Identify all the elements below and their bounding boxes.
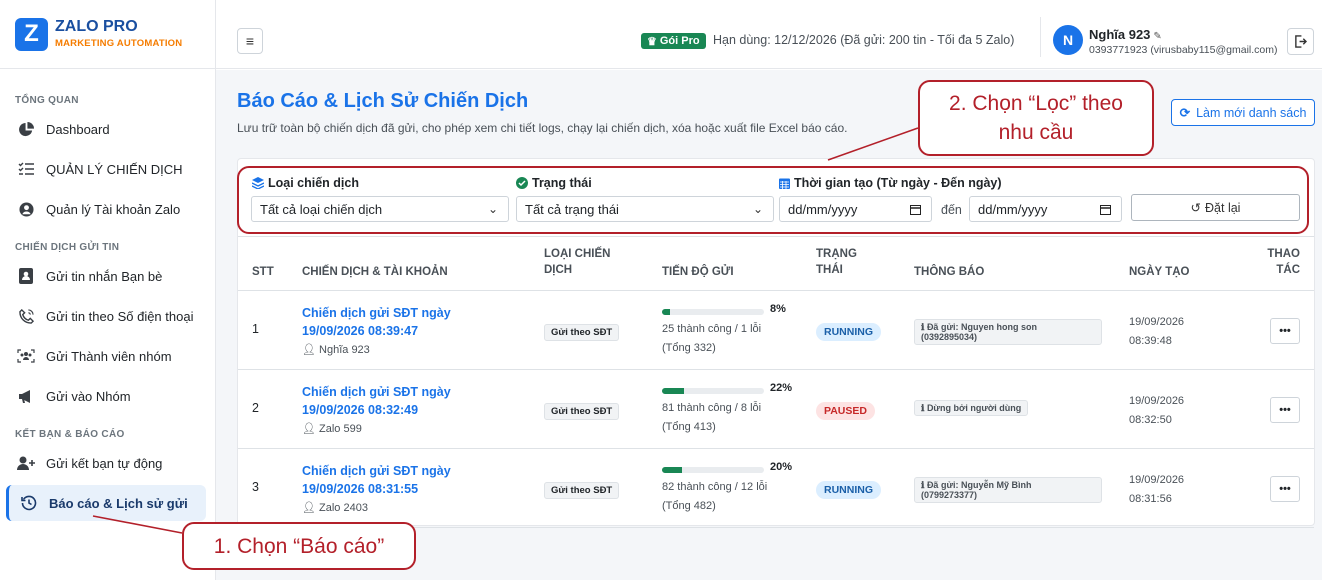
annotation-step-1: 1. Chọn “Báo cáo”: [182, 522, 416, 570]
annotation-step-2-line2: nhu cầu: [998, 121, 1074, 144]
app: Z ZALO PRO MARKETING AUTOMATION TỔNG QUA…: [0, 0, 1322, 580]
annotation-step-2-line1: 2. Chọn “Lọc” theo: [949, 92, 1123, 115]
annotation-step-2: 2. Chọn “Lọc” theo nhu cầu: [918, 80, 1154, 156]
